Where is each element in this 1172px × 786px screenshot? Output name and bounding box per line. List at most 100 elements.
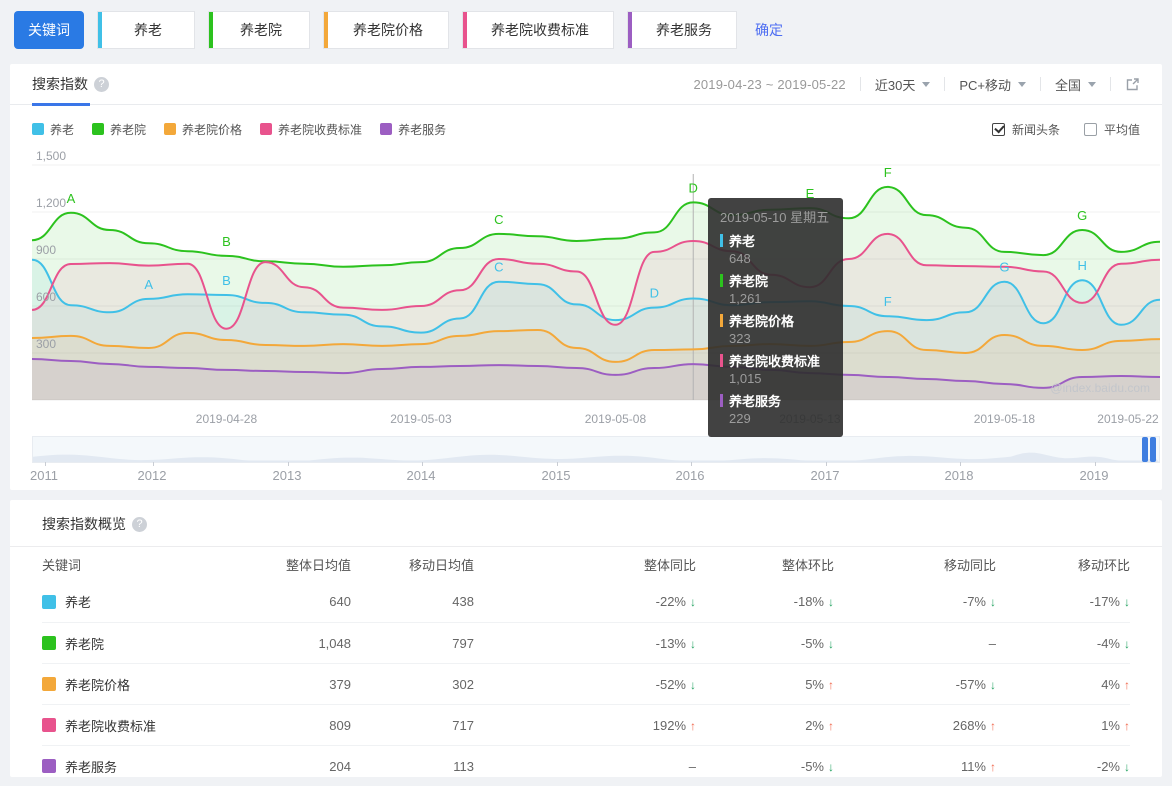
annotation-letter-F[interactable]: F <box>884 294 892 309</box>
help-icon[interactable]: ? <box>94 76 109 92</box>
x-tick-label: 2019-04-28 <box>195 412 258 426</box>
legend-item[interactable]: 养老院收费标准 <box>260 121 362 138</box>
confirm-link[interactable]: 确定 <box>755 20 783 40</box>
annotation-letter-A[interactable]: A <box>144 277 153 292</box>
timeline-year[interactable]: 2012 <box>138 468 167 483</box>
timeline-year[interactable]: 2017 <box>811 468 840 483</box>
keyword-name: 养老服务 <box>65 759 118 775</box>
keyword-tag[interactable]: 养老院收费标准 <box>462 11 614 49</box>
dropdown-device-label: PC+移动 <box>959 77 1011 93</box>
y-tick-label: 600 <box>36 290 57 304</box>
percent-cell: -18% ↓ <box>696 594 834 609</box>
slider-handle-left[interactable] <box>1142 437 1148 462</box>
percent-text: 1% <box>1101 717 1120 733</box>
tooltip-color-bar <box>720 234 723 247</box>
checkbox-checked-icon[interactable] <box>991 122 1005 136</box>
trend-chart[interactable]: ABCDEFGABCDFGH 300 600 900 1,200 1,500 2019-… <box>32 149 1160 437</box>
sparkline-area <box>33 452 1159 462</box>
timeline-year[interactable]: 2019 <box>1080 468 1109 483</box>
table-header-cell: 整体同比 <box>643 557 696 573</box>
percent-text: -52% <box>655 676 686 692</box>
tooltip-item-name: 养老服务 <box>720 391 831 410</box>
timeline-year[interactable]: 2018 <box>945 468 974 483</box>
timeline-year[interactable]: 2015 <box>542 468 571 483</box>
percent-cell: 2% ↑ <box>696 718 834 733</box>
keyword-button[interactable]: 关键词 <box>14 11 84 49</box>
timeline-year[interactable]: 2016 <box>676 468 705 483</box>
keyword-tag[interactable]: 养老院 <box>208 11 310 49</box>
percent-cell: -4% ↓ <box>996 636 1130 651</box>
table-row: 养老 640 438 -22% ↓ -18% ↓ -7% ↓ -17% ↓ <box>42 581 1130 622</box>
table-row: 养老院价格 379 302 -52% ↓ 5% ↑ -57% ↓ 4% ↑ <box>42 663 1130 704</box>
percent-cell: -22% ↓ <box>474 594 696 609</box>
mobile-avg-cell: 302 <box>452 676 474 692</box>
legend-label: 养老 <box>50 122 75 137</box>
dropdown-device[interactable]: PC+移动 <box>959 75 1026 94</box>
dropdown-region[interactable]: 全国 <box>1055 75 1096 94</box>
legend-item[interactable]: 养老服务 <box>380 121 446 138</box>
annotation-letter-G[interactable]: G <box>1077 208 1087 223</box>
tooltip-date: 2019-05-10 星期五 <box>720 210 830 225</box>
keyword-cell[interactable]: 养老院价格 <box>42 675 242 694</box>
tooltip-item-name: 养老院价格 <box>720 311 831 330</box>
tooltip-keyword: 养老院 <box>729 274 769 289</box>
keyword-tag[interactable]: 养老 <box>97 11 195 49</box>
news-toggle[interactable]: 新闻头条 <box>991 121 1060 138</box>
date-range[interactable]: 2019-04-23 ~ 2019-05-22 <box>693 77 845 92</box>
keyword-tag[interactable]: 养老院价格 <box>323 11 449 49</box>
x-tick-label: 2019-05-18 <box>973 412 1036 426</box>
chart-legend: 养老 养老院 养老院价格 养老院收费标准 养老服务 <box>32 121 464 138</box>
timeline-tick <box>288 462 289 466</box>
legend-item[interactable]: 养老院价格 <box>164 121 242 138</box>
tooltip-item: 养老院 1,261 <box>720 271 831 306</box>
annotation-letter-C[interactable]: C <box>494 260 503 275</box>
timeline-year[interactable]: 2011 <box>30 468 58 483</box>
timeline-slider[interactable] <box>32 436 1160 466</box>
annotation-letter-C[interactable]: C <box>494 212 503 227</box>
annotation-letter-B[interactable]: B <box>222 234 231 249</box>
annotation-letter-D[interactable]: D <box>689 180 698 195</box>
percent-text: -7% <box>962 594 986 609</box>
legend-item[interactable]: 养老院 <box>92 121 146 138</box>
overall-avg-cell: 1,048 <box>318 635 351 651</box>
percent-text: -22% <box>655 594 686 609</box>
annotation-letter-A[interactable]: A <box>67 191 76 206</box>
timeline-year[interactable]: 2013 <box>273 468 302 483</box>
chart-toggles: 新闻头条 平均值 <box>968 121 1140 138</box>
keyword-bar: 关键词 养老 养老院 养老院价格 养老院收费标准 养老服务 确定 <box>14 10 1162 50</box>
keyword-cell[interactable]: 养老服务 <box>42 757 242 776</box>
tooltip-color-bar <box>720 314 723 327</box>
card-header: 搜索指数 ? 2019-04-23 ~ 2019-05-22 近30天 PC+移… <box>10 64 1162 106</box>
dropdown-duration[interactable]: 近30天 <box>875 75 931 94</box>
timeline-year[interactable]: 2014 <box>407 468 436 483</box>
annotation-letter-H[interactable]: H <box>1078 258 1087 273</box>
annotation-letter-F[interactable]: F <box>884 165 892 180</box>
tooltip-item: 养老 648 <box>720 231 831 266</box>
keyword-tag-label: 养老院 <box>240 22 282 38</box>
keyword-color-swatch <box>42 718 56 732</box>
average-toggle[interactable]: 平均值 <box>1083 121 1140 138</box>
keyword-tag-label: 养老院收费标准 <box>491 22 589 38</box>
overall-avg-cell: 204 <box>329 758 351 774</box>
external-link-icon[interactable] <box>1125 77 1140 92</box>
tab-search-index[interactable]: 搜索指数 ? <box>32 64 109 106</box>
keyword-tag-label: 养老服务 <box>656 22 712 38</box>
keyword-cell[interactable]: 养老院 <box>42 634 242 653</box>
keyword-tag[interactable]: 养老服务 <box>627 11 737 49</box>
annotation-letter-B[interactable]: B <box>222 273 231 288</box>
table-body: 养老 640 438 -22% ↓ -18% ↓ -7% ↓ -17% ↓ 养老院 1,048 797 -1… <box>10 581 1162 786</box>
annotation-letter-G[interactable]: G <box>999 260 1009 275</box>
slider-handle-right[interactable] <box>1150 437 1156 462</box>
keyword-cell[interactable]: 养老 <box>42 592 242 611</box>
arrow-down-icon: ↓ <box>1124 636 1130 651</box>
keyword-cell[interactable]: 养老院收费标准 <box>42 716 242 735</box>
checkbox-icon[interactable] <box>1083 122 1097 136</box>
tab-label: 搜索指数 <box>32 76 88 92</box>
tooltip-value: 1,261 <box>729 291 762 306</box>
tooltip-item: 养老院收费标准 1,015 <box>720 351 831 386</box>
help-icon[interactable]: ? <box>132 516 147 532</box>
legend-item[interactable]: 养老 <box>32 121 74 138</box>
percent-text: -4% <box>1096 635 1120 651</box>
percent-cell: 4% ↑ <box>996 677 1130 692</box>
annotation-letter-D[interactable]: D <box>650 286 659 301</box>
